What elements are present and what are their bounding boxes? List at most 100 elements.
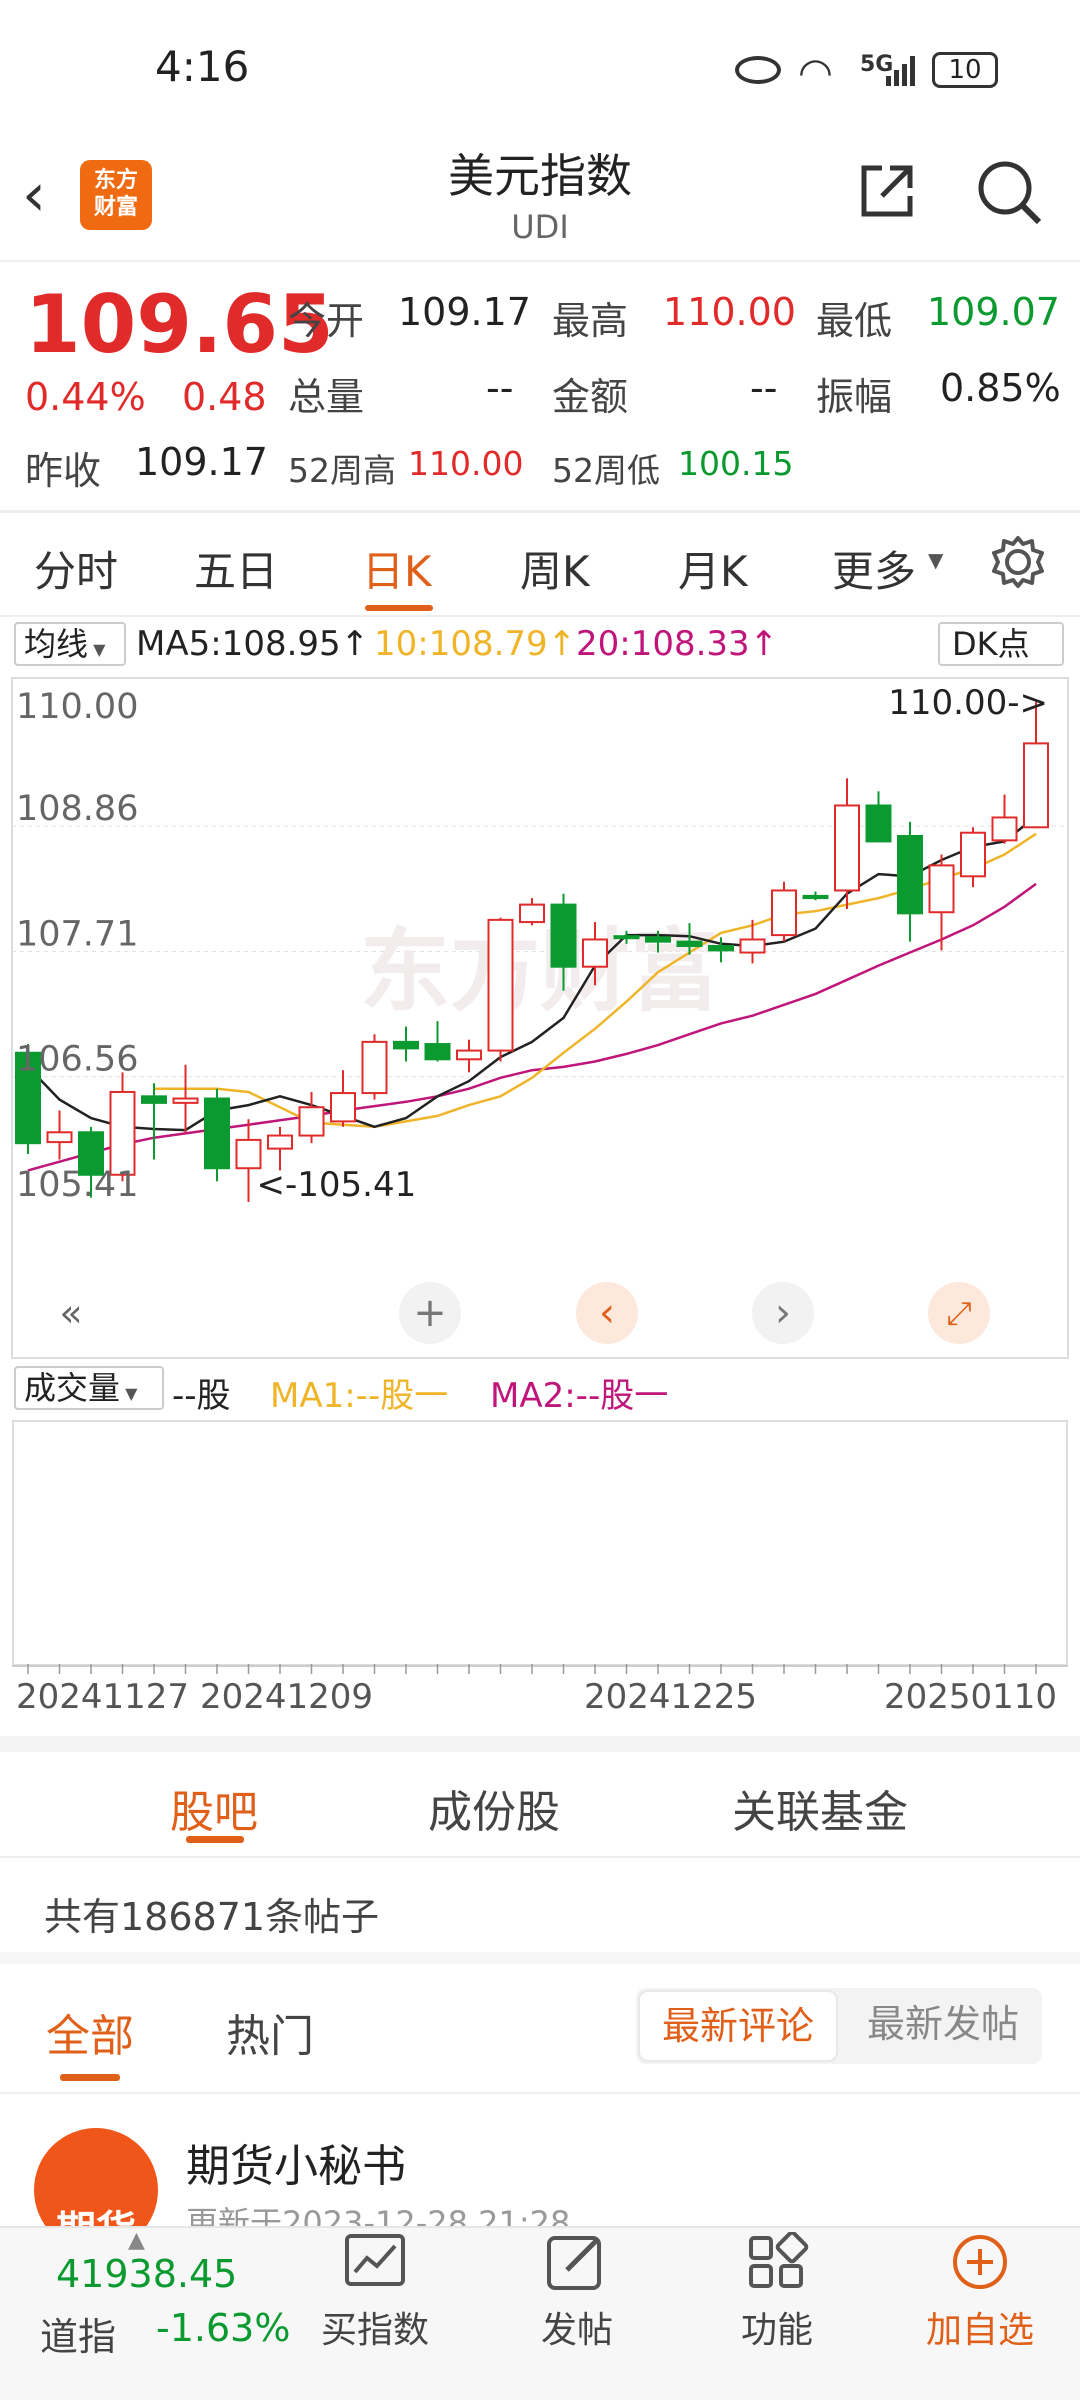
change-percent: 0.44%: [25, 375, 146, 419]
y-tick-label: 106.56: [16, 1040, 138, 1080]
wk52-low-label: 52周低: [552, 451, 660, 490]
nav-post[interactable]: 发帖: [512, 2232, 642, 2353]
candle-body: [960, 831, 986, 878]
x-tick-label: 20241209: [200, 1677, 373, 1717]
candle-body: [739, 938, 766, 954]
volume-chart: [12, 1420, 1068, 1666]
volume-selector-label: 成交量: [24, 1369, 121, 1407]
subtabs-divider: [0, 1856, 1080, 1858]
plus-circle-icon: [953, 2235, 1007, 2289]
scroll-left-icon[interactable]: «: [40, 1282, 102, 1344]
trend-chart-icon: [345, 2234, 405, 2286]
candlestick-chart[interactable]: 东方财富 110.00108.86107.71106.56105.41 110.…: [0, 672, 1080, 1362]
index-name: 道指: [40, 2315, 117, 2359]
tab-five-day[interactable]: 五日: [194, 538, 278, 599]
nav-functions[interactable]: 功能: [712, 2230, 842, 2353]
high-value: 110.00: [663, 290, 796, 334]
chevron-right-icon[interactable]: ›: [752, 1282, 814, 1344]
dk-point-button[interactable]: DK点: [938, 622, 1064, 666]
index-ticker[interactable]: ▲ 41938.45 道指 -1.63%: [0, 2228, 290, 2398]
change-amount: 0.48: [182, 375, 267, 419]
sort-latest-comment[interactable]: 最新评论: [638, 1990, 838, 2062]
candle-body: [613, 935, 640, 940]
candle-body: [582, 938, 608, 968]
y-tick-label: 107.71: [16, 914, 138, 954]
candle-body: [487, 918, 514, 1052]
index-change: -1.63%: [156, 2306, 291, 2350]
x-tick-label: 20241127: [16, 1677, 189, 1717]
quote-divider: [0, 510, 1080, 513]
sort-latest-post[interactable]: 最新发帖: [848, 1990, 1038, 2062]
ma10-value: 10:108.79↑: [374, 624, 577, 664]
candle-body: [897, 834, 923, 915]
ma-caret-icon: ▼: [88, 640, 106, 659]
nav-add-watchlist[interactable]: 加自选: [912, 2232, 1048, 2353]
zoom-in-icon[interactable]: +: [399, 1282, 461, 1344]
ma-selector[interactable]: 均线 ▼: [14, 622, 126, 666]
fullscreen-icon[interactable]: ⤢: [928, 1282, 990, 1344]
candle-body: [991, 816, 1018, 842]
candle-body: [456, 1049, 482, 1061]
chart-bottom-band: [0, 1736, 1080, 1752]
prev-close-label: 昨收: [25, 449, 102, 493]
open-value: 109.17: [398, 290, 531, 334]
tab-intraday[interactable]: 分时: [34, 538, 118, 599]
tab-daily-k[interactable]: 日K: [362, 538, 432, 599]
volume-label: 总量: [288, 375, 365, 419]
volume-value: --股: [172, 1376, 231, 1416]
index-value: 41938.45: [56, 2252, 238, 2296]
signal-icon: [886, 54, 916, 86]
candle-body: [267, 1134, 293, 1150]
header-divider: [0, 260, 1080, 262]
eye-icon: [735, 56, 781, 84]
filter-divider: [0, 2092, 1080, 2094]
battery-icon: 10: [932, 52, 998, 88]
candle-body: [393, 1040, 419, 1050]
wk52-low-value: 100.15: [678, 444, 794, 483]
tab-more[interactable]: 更多: [832, 538, 916, 599]
candle-body: [645, 936, 671, 943]
search-icon[interactable]: [975, 158, 1045, 228]
count-divider: [0, 1952, 1080, 1964]
amount-value: --: [750, 366, 778, 410]
gear-icon[interactable]: [988, 532, 1048, 592]
candle-body: [46, 1131, 73, 1144]
x-tick-label: 20250110: [884, 1677, 1057, 1717]
candle-body: [676, 940, 703, 948]
candle-body: [519, 903, 545, 924]
period-tabs: 分时 五日 日K 周K 月K 更多 ▼: [0, 530, 1080, 610]
nav-post-label: 发帖: [540, 2310, 613, 2351]
tab-weekly-k[interactable]: 周K: [520, 538, 590, 599]
share-icon[interactable]: [856, 160, 918, 222]
candle: [204, 1088, 230, 1182]
vol-caret-icon: ▼: [120, 1384, 138, 1403]
low-label: 最低: [816, 299, 893, 343]
nav-functions-label: 功能: [740, 2310, 813, 2351]
high-label: 最高: [552, 299, 629, 343]
tab-constituents[interactable]: 成份股: [428, 1776, 560, 1840]
candle-body: [708, 945, 734, 952]
candle-body: [1023, 742, 1049, 829]
nav-buy-index[interactable]: 买指数: [310, 2232, 440, 2353]
filter-hot[interactable]: 热门: [226, 2000, 314, 2064]
candle-body: [834, 804, 860, 892]
ma-selector-label: 均线: [24, 625, 89, 663]
chevron-left-icon[interactable]: ‹: [576, 1282, 638, 1344]
grid-icon: [749, 2230, 809, 2288]
y-tick-label: 108.86: [16, 789, 138, 829]
candle-body: [771, 889, 797, 937]
tab-guba[interactable]: 股吧: [170, 1776, 258, 1840]
open-label: 今开: [288, 299, 365, 343]
guba-underline: [186, 1836, 244, 1843]
post-author[interactable]: 期货小秘书: [186, 2130, 406, 2194]
more-caret-icon: ▼: [928, 548, 944, 572]
caret-up-icon: ▲: [128, 2228, 145, 2253]
wk52-high-label: 52周高: [288, 451, 396, 490]
filter-all[interactable]: 全部: [46, 2000, 134, 2064]
volume-selector[interactable]: 成交量 ▼: [14, 1366, 164, 1410]
tab-monthly-k[interactable]: 月K: [678, 538, 748, 599]
prev-close-value: 109.17: [135, 440, 268, 484]
candle-body: [928, 864, 955, 914]
tab-related-funds[interactable]: 关联基金: [732, 1776, 908, 1840]
candle-body: [330, 1092, 356, 1123]
